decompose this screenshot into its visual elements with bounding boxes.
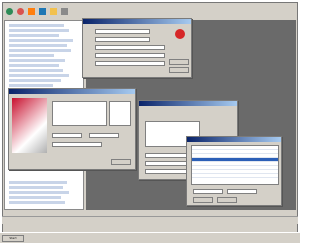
folder-icon[interactable] bbox=[50, 8, 57, 15]
chart-icon[interactable] bbox=[28, 8, 35, 15]
tree-item[interactable] bbox=[9, 24, 64, 27]
properties-titlebar bbox=[83, 19, 191, 24]
table-grid[interactable] bbox=[191, 145, 279, 185]
properties-button[interactable] bbox=[169, 59, 189, 65]
table-titlebar bbox=[187, 137, 281, 142]
table-button[interactable] bbox=[217, 197, 237, 203]
properties-field-2[interactable] bbox=[95, 37, 150, 42]
tree-item[interactable] bbox=[9, 39, 73, 42]
table-button[interactable] bbox=[193, 197, 213, 203]
tools-icon[interactable] bbox=[39, 8, 46, 15]
tree-item[interactable] bbox=[9, 54, 54, 57]
taskbar: Start bbox=[0, 232, 300, 243]
tree-item[interactable] bbox=[9, 69, 63, 72]
tree-item[interactable] bbox=[9, 191, 69, 194]
tree-item[interactable] bbox=[9, 44, 67, 47]
globe-icon[interactable] bbox=[6, 8, 13, 15]
properties-field-1[interactable] bbox=[95, 29, 150, 34]
tree-item[interactable] bbox=[9, 29, 69, 32]
table-row[interactable] bbox=[192, 174, 278, 178]
wizard-field-2[interactable] bbox=[89, 133, 119, 138]
tree-item[interactable] bbox=[9, 196, 61, 199]
tree-item[interactable] bbox=[9, 181, 67, 184]
properties-field-4[interactable] bbox=[95, 53, 165, 58]
table-field-2[interactable] bbox=[227, 189, 257, 194]
wizard-button[interactable] bbox=[111, 159, 131, 165]
taskbar-clock bbox=[273, 235, 297, 242]
tree-item[interactable] bbox=[9, 186, 63, 189]
table-dialog bbox=[186, 136, 282, 206]
wizard-list-2[interactable] bbox=[109, 101, 131, 126]
user-icon[interactable] bbox=[17, 8, 24, 15]
wizard-list[interactable] bbox=[52, 101, 107, 126]
main-toolbar bbox=[4, 5, 124, 19]
tree-item[interactable] bbox=[9, 201, 65, 204]
properties-field-3[interactable] bbox=[95, 45, 165, 50]
table-field-1[interactable] bbox=[193, 189, 223, 194]
tree-item[interactable] bbox=[9, 79, 61, 82]
tree-item[interactable] bbox=[9, 74, 69, 77]
arrow-icon[interactable] bbox=[61, 8, 68, 15]
wizard-field-1[interactable] bbox=[52, 133, 82, 138]
properties-dialog bbox=[82, 18, 192, 78]
tree-item[interactable] bbox=[9, 59, 65, 62]
wizard-field-3[interactable] bbox=[52, 142, 102, 147]
wizard-titlebar bbox=[9, 89, 135, 94]
tree-item[interactable] bbox=[9, 64, 59, 67]
settings-titlebar bbox=[139, 101, 237, 106]
start-button[interactable]: Start bbox=[2, 235, 24, 242]
properties-field-5[interactable] bbox=[95, 61, 165, 66]
tree-item[interactable] bbox=[9, 49, 71, 52]
tree-item[interactable] bbox=[9, 84, 53, 87]
tree-item[interactable] bbox=[9, 34, 59, 37]
status-bar bbox=[2, 216, 298, 224]
warning-icon bbox=[175, 29, 185, 39]
properties-button[interactable] bbox=[169, 67, 189, 73]
wizard-logo bbox=[12, 98, 47, 153]
wizard-dialog bbox=[8, 88, 136, 170]
